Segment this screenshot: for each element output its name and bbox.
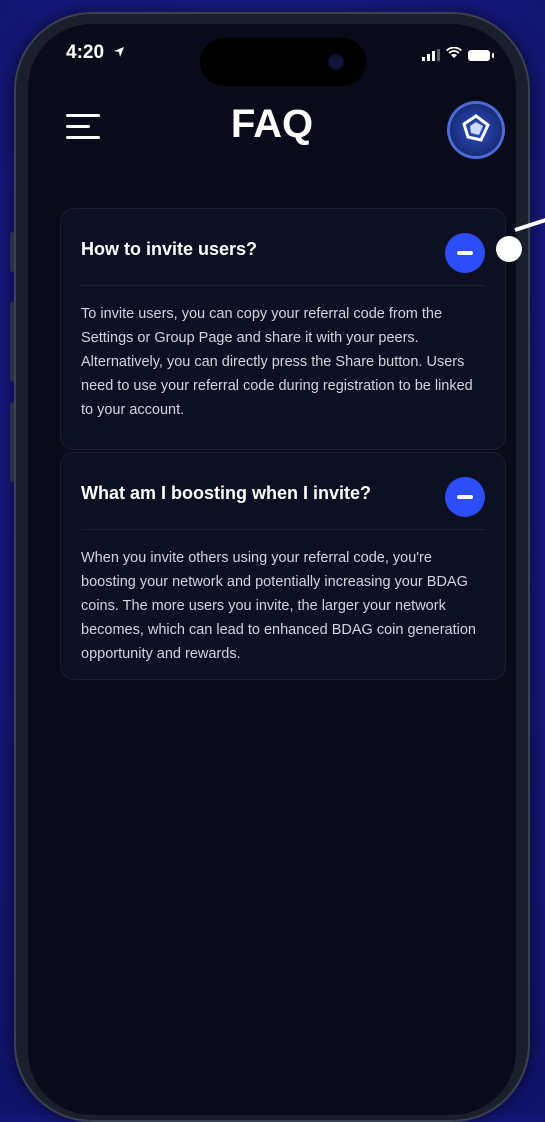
status-time: 4:20 <box>66 42 125 64</box>
faq-item-2-header[interactable]: What am I boosting when I invite? <box>81 453 485 530</box>
status-time-text: 4:20 <box>66 42 105 63</box>
faq-answer: When you invite others using your referr… <box>81 550 476 662</box>
collapse-minus-icon[interactable] <box>445 233 485 273</box>
app-screen: 4:20 FAQ How to invite users? To invite … <box>28 24 516 1115</box>
faq-question: How to invite users? <box>81 239 258 259</box>
app-header: FAQ <box>28 94 516 164</box>
page-title: FAQ <box>230 102 314 146</box>
volume-up-button <box>10 302 14 382</box>
volume-down-button <box>10 402 14 482</box>
annotation-pointer-dot <box>496 236 522 262</box>
mute-switch <box>10 232 14 272</box>
faq-answer: To invite users, you can copy your refer… <box>81 306 473 418</box>
profile-avatar[interactable] <box>450 104 502 156</box>
cellular-signal-icon <box>422 49 440 61</box>
status-icons <box>422 46 494 64</box>
faq-item-1-header[interactable]: How to invite users? <box>81 209 485 286</box>
faq-question: What am I boosting when I invite? <box>81 483 372 503</box>
collapse-minus-icon[interactable] <box>445 477 485 517</box>
status-bar: 4:20 <box>28 24 516 86</box>
faq-item-1: How to invite users? To invite users, yo… <box>60 208 506 450</box>
location-arrow-icon <box>113 42 125 64</box>
faq-item-2: What am I boosting when I invite? When y… <box>60 452 506 680</box>
logo-icon <box>461 113 491 148</box>
dynamic-island <box>200 38 366 86</box>
wifi-icon <box>446 46 462 64</box>
camera-icon <box>330 56 342 68</box>
battery-icon <box>468 49 494 61</box>
